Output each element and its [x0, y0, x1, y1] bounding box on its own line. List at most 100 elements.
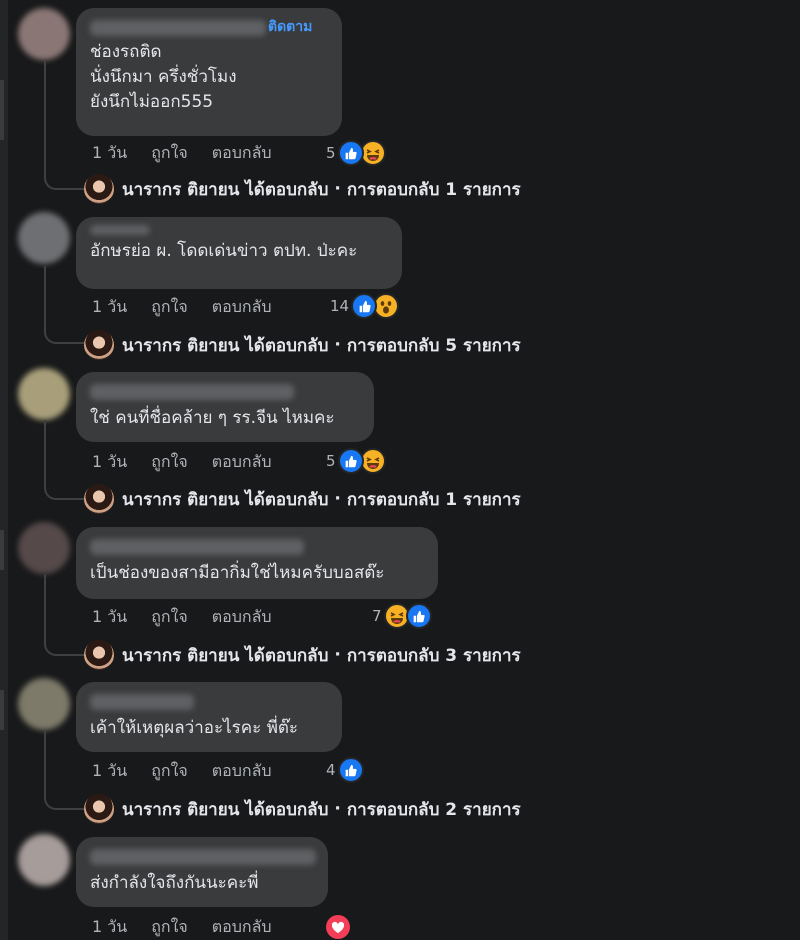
avatar[interactable]: [18, 212, 70, 264]
replier-avatar: [84, 174, 114, 204]
avatar[interactable]: [18, 368, 70, 420]
comment-text: เค้าให้เหตุผลว่าอะไรคะ พี่ต๊ะ: [90, 718, 299, 738]
comment-time[interactable]: 1 วัน: [92, 915, 127, 940]
comment-bubble: เค้าให้เหตุผลว่าอะไรคะ พี่ต๊ะ: [76, 682, 342, 752]
commenter-name[interactable]: [90, 225, 150, 235]
reply-count: การตอบกลับ 1 รายการ: [346, 179, 521, 200]
reply-count: การตอบกลับ 5 รายการ: [346, 335, 521, 356]
like-icon: [337, 448, 364, 474]
comment-actions: 1 วัน ถูกใจ ตอบกลับ: [92, 758, 296, 784]
like-icon: [337, 757, 364, 783]
like-button[interactable]: ถูกใจ: [151, 605, 188, 630]
comment-bubble: อักษรย่อ ผ. โดดเด่นข่าว ตปท. ป่ะคะ: [76, 217, 402, 289]
like-icon: [405, 603, 432, 629]
reaction-count: 14: [330, 297, 350, 315]
comment-time[interactable]: 1 วัน: [92, 605, 127, 630]
comment-bubble: ใช่ คนที่ชื่อคล้าย ๆ รร.จีน ไหมคะ: [76, 372, 374, 442]
replier-name: นารากร ติยายน: [122, 179, 240, 200]
reply-count: การตอบกลับ 1 รายการ: [346, 489, 521, 510]
comment-time[interactable]: 1 วัน: [92, 450, 127, 475]
comment-bubble: เป็นช่องของสามีอากิ่มใช่ไหมครับบอสต๊ะ: [76, 527, 438, 599]
reaction-summary[interactable]: 5: [326, 448, 386, 474]
edge-mark: [0, 690, 4, 730]
replier-name: นารากร ติยายน: [122, 645, 240, 666]
edge-mark: [0, 530, 4, 570]
comment-text: ใช่ คนที่ชื่อคล้าย ๆ รร.จีน ไหมคะ: [90, 408, 335, 428]
reply-count: การตอบกลับ 3 รายการ: [346, 645, 521, 666]
avatar[interactable]: [18, 8, 70, 60]
commenter-name[interactable]: [90, 384, 294, 400]
reply-count: การตอบกลับ 2 รายการ: [346, 799, 521, 820]
replies-link[interactable]: นารากร ติยายน ได้ตอบกลับ · การตอบกลับ 3 …: [84, 638, 521, 672]
reaction-summary[interactable]: 5: [326, 140, 386, 166]
reply-summary: ได้ตอบกลับ: [245, 799, 329, 820]
replier-avatar: [84, 330, 114, 360]
commenter-name[interactable]: [90, 20, 266, 36]
separator: ·: [334, 645, 341, 665]
sidebar-edge: [0, 0, 8, 940]
reaction-count: 5: [326, 452, 336, 470]
like-icon: [351, 293, 378, 319]
reaction-summary[interactable]: 14: [330, 293, 400, 319]
reaction-summary[interactable]: [326, 915, 350, 939]
reply-button[interactable]: ตอบกลับ: [212, 605, 272, 630]
comment-section: ติดตาม ช่องรถติด นั่งนึกมา ครึ่งชั่วโมง …: [0, 0, 800, 940]
reply-button[interactable]: ตอบกลับ: [212, 450, 272, 475]
comment-bubble: ส่งกำลังใจถึงกันนะคะพี่: [76, 837, 328, 907]
comment-bubble: ติดตาม ช่องรถติด นั่งนึกมา ครึ่งชั่วโมง …: [76, 8, 342, 136]
comment-time[interactable]: 1 วัน: [92, 141, 127, 166]
replier-avatar: [84, 640, 114, 670]
separator: ·: [334, 335, 341, 355]
comment-text: อักษรย่อ ผ. โดดเด่นข่าว ตปท. ป่ะคะ: [90, 241, 358, 261]
reply-button[interactable]: ตอบกลับ: [212, 295, 272, 320]
like-button[interactable]: ถูกใจ: [151, 295, 188, 320]
comment-time[interactable]: 1 วัน: [92, 295, 127, 320]
comment-text: ส่งกำลังใจถึงกันนะคะพี่: [90, 873, 259, 893]
reaction-count: 4: [326, 761, 336, 779]
comment-text: ช่องรถติด นั่งนึกมา ครึ่งชั่วโมง ยังนึกไ…: [90, 42, 237, 112]
separator: ·: [334, 799, 341, 819]
commenter-name[interactable]: [90, 849, 316, 865]
reaction-count: 5: [326, 144, 336, 162]
reaction-count: 7: [372, 607, 382, 625]
replier-name: นารากร ติยายน: [122, 489, 240, 510]
replies-link[interactable]: นารากร ติยายน ได้ตอบกลับ · การตอบกลับ 1 …: [84, 172, 521, 206]
comment-actions: 1 วัน ถูกใจ ตอบกลับ: [92, 449, 296, 475]
like-button[interactable]: ถูกใจ: [151, 141, 188, 166]
reply-button[interactable]: ตอบกลับ: [212, 141, 272, 166]
reaction-summary[interactable]: 7: [372, 603, 432, 629]
comment-actions: 1 วัน ถูกใจ ตอบกลับ: [92, 140, 296, 166]
avatar[interactable]: [18, 678, 70, 730]
comment-actions: 1 วัน ถูกใจ ตอบกลับ: [92, 604, 296, 630]
reply-summary: ได้ตอบกลับ: [245, 489, 329, 510]
commenter-name[interactable]: [90, 694, 194, 710]
reply-button[interactable]: ตอบกลับ: [212, 915, 272, 940]
comment-time[interactable]: 1 วัน: [92, 759, 127, 784]
replier-avatar: [84, 484, 114, 514]
comment-actions: 1 วัน ถูกใจ ตอบกลับ: [92, 294, 296, 320]
replies-link[interactable]: นารากร ติยายน ได้ตอบกลับ · การตอบกลับ 1 …: [84, 482, 521, 516]
follow-link[interactable]: ติดตาม: [268, 16, 312, 38]
avatar[interactable]: [18, 834, 70, 886]
like-button[interactable]: ถูกใจ: [151, 450, 188, 475]
separator: ·: [334, 489, 341, 509]
edge-mark: [0, 80, 4, 140]
replier-name: นารากร ติยายน: [122, 799, 240, 820]
commenter-name[interactable]: [90, 539, 304, 555]
like-icon: [337, 140, 364, 166]
like-button[interactable]: ถูกใจ: [151, 915, 188, 940]
reply-button[interactable]: ตอบกลับ: [212, 759, 272, 784]
separator: ·: [334, 179, 341, 199]
like-button[interactable]: ถูกใจ: [151, 759, 188, 784]
comment-text: เป็นช่องของสามีอากิ่มใช่ไหมครับบอสต๊ะ: [90, 563, 385, 583]
replier-avatar: [84, 794, 114, 824]
reply-summary: ได้ตอบกลับ: [245, 335, 329, 356]
reaction-summary[interactable]: 4: [326, 757, 364, 783]
reply-summary: ได้ตอบกลับ: [245, 645, 329, 666]
replies-link[interactable]: นารากร ติยายน ได้ตอบกลับ · การตอบกลับ 2 …: [84, 792, 521, 826]
replies-link[interactable]: นารากร ติยายน ได้ตอบกลับ · การตอบกลับ 5 …: [84, 328, 521, 362]
comment-actions: 1 วัน ถูกใจ ตอบกลับ: [92, 914, 296, 940]
avatar[interactable]: [18, 522, 70, 574]
reply-summary: ได้ตอบกลับ: [245, 179, 329, 200]
love-icon: [326, 915, 350, 939]
